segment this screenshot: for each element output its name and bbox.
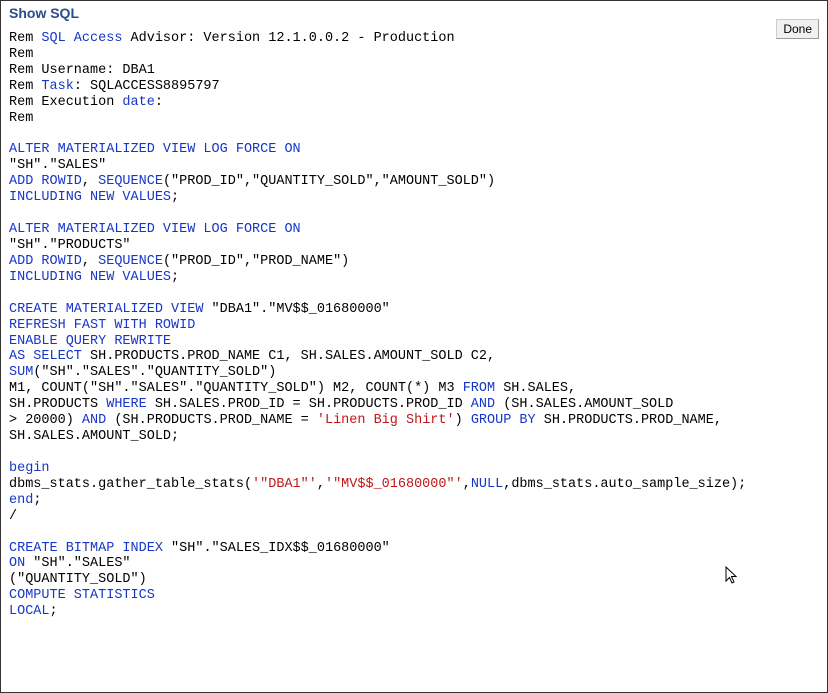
code-line: SH.PRODUCTS WHERE SH.SALES.PROD_ID = SH.… — [9, 397, 673, 412]
done-button[interactable]: Done — [776, 19, 819, 39]
code-line: INCLUDING NEW VALUES; — [9, 190, 179, 205]
code-line: CREATE BITMAP INDEX "SH"."SALES_IDX$$_01… — [9, 541, 390, 556]
code-line: ALTER MATERIALIZED VIEW LOG FORCE ON — [9, 142, 301, 157]
code-line: SH.SALES.AMOUNT_SOLD; — [9, 429, 179, 444]
code-line: AS SELECT SH.PRODUCTS.PROD_NAME C1, SH.S… — [9, 349, 495, 364]
code-line: begin — [9, 461, 50, 476]
code-line: / — [9, 509, 17, 524]
code-line: COMPUTE STATISTICS — [9, 588, 155, 603]
code-line: "SH"."PRODUCTS" — [9, 238, 131, 253]
code-line: ON "SH"."SALES" — [9, 556, 131, 571]
code-line: Rem SQL Access Advisor: Version 12.1.0.0… — [9, 31, 455, 46]
code-line: "SH"."SALES" — [9, 158, 106, 173]
code-line: ADD ROWID, SEQUENCE("PROD_ID","PROD_NAME… — [9, 254, 349, 269]
header: Show SQL Done — [1, 1, 827, 25]
code-line: end; — [9, 493, 41, 508]
code-line: > 20000) AND (SH.PRODUCTS.PROD_NAME = 'L… — [9, 413, 722, 428]
code-line: LOCAL; — [9, 604, 58, 619]
code-line: dbms_stats.gather_table_stats('"DBA1"','… — [9, 477, 746, 492]
code-line: ENABLE QUERY REWRITE — [9, 334, 171, 349]
code-line: Rem — [9, 47, 33, 62]
code-line: Rem Execution date: — [9, 95, 163, 110]
show-sql-window: Show SQL Done Rem SQL Access Advisor: Ve… — [0, 0, 828, 693]
code-line: Rem Username: DBA1 — [9, 63, 155, 78]
code-line: REFRESH FAST WITH ROWID — [9, 318, 195, 333]
code-line: Rem Task: SQLACCESS8895797 — [9, 79, 220, 94]
code-line: Rem — [9, 111, 33, 126]
code-line: ("QUANTITY_SOLD") — [9, 572, 147, 587]
code-line: ADD ROWID, SEQUENCE("PROD_ID","QUANTITY_… — [9, 174, 495, 189]
code-line: ALTER MATERIALIZED VIEW LOG FORCE ON — [9, 222, 301, 237]
sql-code-block: Rem SQL Access Advisor: Version 12.1.0.0… — [1, 25, 827, 628]
page-title: Show SQL — [9, 5, 79, 21]
code-line: SUM("SH"."SALES"."QUANTITY_SOLD") — [9, 365, 276, 380]
code-line: INCLUDING NEW VALUES; — [9, 270, 179, 285]
code-line: M1, COUNT("SH"."SALES"."QUANTITY_SOLD") … — [9, 381, 576, 396]
code-line: CREATE MATERIALIZED VIEW "DBA1"."MV$$_01… — [9, 302, 390, 317]
